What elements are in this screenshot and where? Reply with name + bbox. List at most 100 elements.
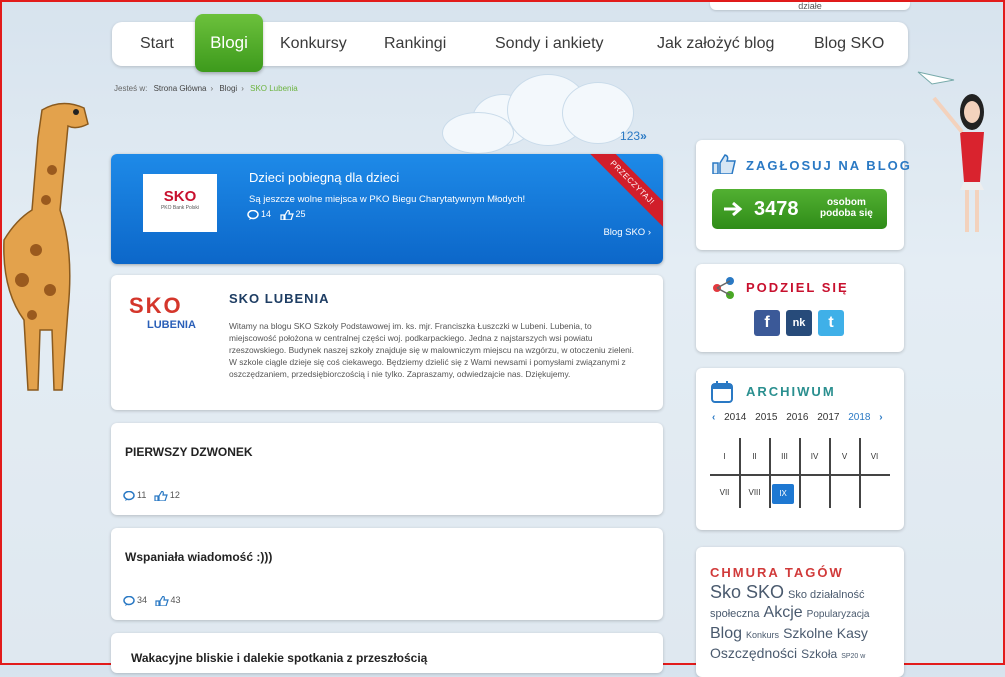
tag-cloud-title: CHMURA TAGÓW bbox=[710, 565, 844, 580]
nav-item-konkursy[interactable]: Konkursy bbox=[280, 22, 347, 66]
prev-year-icon[interactable]: ‹ bbox=[712, 412, 715, 423]
breadcrumb: Jesteś w: Strona Główna › Blogi › SKO Lube… bbox=[114, 84, 302, 93]
nav-item-blogi[interactable]: Blogi bbox=[195, 14, 263, 72]
featured-like-count: 25 bbox=[295, 209, 306, 219]
calendar-icon bbox=[711, 381, 733, 403]
breadcrumb-current: SKO Lubenia bbox=[250, 84, 298, 93]
year-2015[interactable]: 2015 bbox=[755, 412, 777, 423]
year-selector: ‹ 2014 2015 2016 2017 2018 › bbox=[712, 412, 889, 423]
nk-icon[interactable]: nk bbox=[786, 310, 812, 336]
nav-item-jak-zalozyc-blog[interactable]: Jak założyć blog bbox=[657, 22, 774, 66]
blog-title: SKO LUBENIA bbox=[229, 291, 330, 306]
month-vi[interactable]: VI bbox=[860, 440, 889, 474]
post-like-count: 12 bbox=[169, 490, 180, 501]
post-stats: 11 12 bbox=[123, 490, 180, 501]
vote-label: osobom podoba się bbox=[820, 197, 873, 219]
archive-title: ARCHIWUM bbox=[746, 384, 836, 399]
post-card[interactable]: Wakacyjne bliskie i dalekie spotkania z … bbox=[111, 633, 663, 673]
post-stats: 34 43 bbox=[123, 595, 181, 606]
year-2016[interactable]: 2016 bbox=[786, 412, 808, 423]
blog-logo-subtext: LUBENIA bbox=[147, 319, 196, 331]
vote-count: 3478 bbox=[754, 198, 799, 220]
tag-link[interactable]: Sko SKO bbox=[710, 582, 784, 602]
tag-link[interactable]: Blog bbox=[710, 625, 742, 642]
post-title[interactable]: PIERWSZY DZWONEK bbox=[125, 445, 253, 459]
sko-logo: SKO PKO Bank Polski bbox=[143, 174, 217, 232]
blog-description: Witamy na blogu SKO Szkoły Podstawowej i… bbox=[229, 321, 634, 379]
tag-link[interactable]: społeczna bbox=[710, 608, 760, 620]
thumbs-up-icon bbox=[154, 596, 169, 606]
thumbs-up-icon bbox=[712, 154, 736, 174]
page-1-link[interactable]: 1 bbox=[620, 129, 627, 143]
vote-title: ZAGŁOSUJ NA BLOG bbox=[746, 158, 912, 173]
year-2014[interactable]: 2014 bbox=[724, 412, 746, 423]
month-ii[interactable]: II bbox=[740, 440, 769, 474]
featured-comment-count: 14 bbox=[261, 209, 272, 219]
arrow-right-icon bbox=[724, 201, 743, 217]
blog-sko-link[interactable]: Blog SKO › bbox=[603, 227, 651, 238]
featured-post-description: Są jeszcze wolne miejsca w PKO Biegu Cha… bbox=[249, 194, 526, 205]
nav-item-rankingi[interactable]: Rankingi bbox=[384, 22, 446, 66]
share-title: PODZIEL SIĘ bbox=[746, 280, 849, 295]
post-comment-count: 34 bbox=[137, 595, 148, 606]
thumbs-up-icon bbox=[279, 209, 294, 220]
month-vii[interactable]: VII bbox=[710, 476, 739, 510]
breadcrumb-separator: › bbox=[241, 84, 244, 93]
girl-character-icon bbox=[917, 71, 984, 232]
breadcrumb-separator: › bbox=[210, 84, 214, 93]
tag-link[interactable]: SP20 w bbox=[841, 653, 865, 660]
next-page-icon[interactable]: » bbox=[640, 129, 647, 143]
month-iv[interactable]: IV bbox=[800, 440, 829, 474]
giraffe-icon bbox=[3, 102, 89, 391]
month-viii[interactable]: VIII bbox=[740, 476, 769, 510]
tag-link[interactable]: Sko działalność bbox=[788, 589, 864, 601]
nav-item-blog-sko[interactable]: Blog SKO bbox=[814, 22, 884, 66]
featured-post-title[interactable]: Dzieci pobiegną dla dzieci bbox=[249, 170, 399, 185]
tag-link[interactable]: Oszczędności bbox=[710, 645, 797, 661]
breadcrumb-home[interactable]: Strona Główna bbox=[154, 84, 207, 93]
tag-link[interactable]: Szkolne Kasy bbox=[783, 625, 868, 641]
read-ribbon[interactable]: Przeczytaj! bbox=[579, 154, 663, 236]
comment-icon bbox=[123, 491, 135, 501]
nav-item-start[interactable]: Start bbox=[140, 22, 174, 66]
post-card[interactable]: PIERWSZY DZWONEK 11 12 bbox=[111, 423, 663, 515]
thumbs-up-icon bbox=[154, 491, 168, 501]
month-i[interactable]: I bbox=[710, 440, 739, 474]
sko-logo-text: SKO bbox=[163, 188, 197, 205]
post-title[interactable]: Wakacyjne bliskie i dalekie spotkania z … bbox=[131, 651, 427, 665]
blog-logo-text: SKO bbox=[129, 293, 183, 318]
breadcrumb-prefix: Jesteś w: bbox=[114, 84, 148, 93]
next-year-icon[interactable]: › bbox=[879, 412, 882, 423]
archive-box: ARCHIWUM ‹ 2014 2015 2016 2017 2018 › I … bbox=[696, 368, 904, 530]
tag-link[interactable]: Popularyzacja bbox=[807, 609, 870, 620]
tag-cloud: Sko SKO Sko działalność społeczna Akcje Pop… bbox=[710, 583, 896, 666]
tag-link[interactable]: Konkurs bbox=[746, 630, 779, 640]
tag-cloud-box: CHMURA TAGÓW Sko SKO Sko działalność społ… bbox=[696, 547, 904, 677]
sko-logo-subtext: PKO Bank Polski bbox=[160, 205, 200, 211]
tag-link[interactable]: Szkoła bbox=[801, 647, 837, 661]
sko-lubenia-logo: SKO LUBENIA bbox=[129, 289, 213, 351]
post-card[interactable]: Wspaniała wiadomość :))) 34 43 bbox=[111, 528, 663, 620]
nav-item-sondy[interactable]: Sondy i ankiety bbox=[495, 22, 604, 66]
post-title[interactable]: Wspaniała wiadomość :))) bbox=[125, 550, 272, 564]
blog-info-card: SKO LUBENIA SKO LUBENIA Witamy na blogu … bbox=[111, 275, 663, 410]
tag-link[interactable]: Akcje bbox=[764, 604, 803, 621]
month-ix[interactable]: IX bbox=[772, 484, 794, 504]
twitter-icon[interactable]: t bbox=[818, 310, 844, 336]
comment-icon bbox=[247, 209, 259, 220]
year-2018[interactable]: 2018 bbox=[848, 412, 870, 423]
pagination: 123» bbox=[620, 129, 647, 143]
month-iii[interactable]: III bbox=[770, 440, 799, 474]
breadcrumb-blogi[interactable]: Blogi bbox=[219, 84, 237, 93]
share-icon bbox=[713, 277, 734, 299]
vote-box: ZAGŁOSUJ NA BLOG 3478 osobom podoba się bbox=[696, 140, 910, 250]
featured-post-card[interactable]: SKO PKO Bank Polski Dzieci pobiegną dla … bbox=[111, 154, 663, 264]
search-snippet: działe bbox=[710, 2, 910, 11]
facebook-icon[interactable]: f bbox=[754, 310, 780, 336]
share-box: PODZIEL SIĘ f nk t bbox=[696, 264, 904, 352]
month-v[interactable]: V bbox=[830, 440, 859, 474]
post-comment-count: 11 bbox=[137, 490, 147, 501]
vote-button[interactable]: 3478 osobom podoba się bbox=[712, 189, 887, 229]
post-like-count: 43 bbox=[170, 595, 181, 606]
year-2017[interactable]: 2017 bbox=[817, 412, 839, 423]
